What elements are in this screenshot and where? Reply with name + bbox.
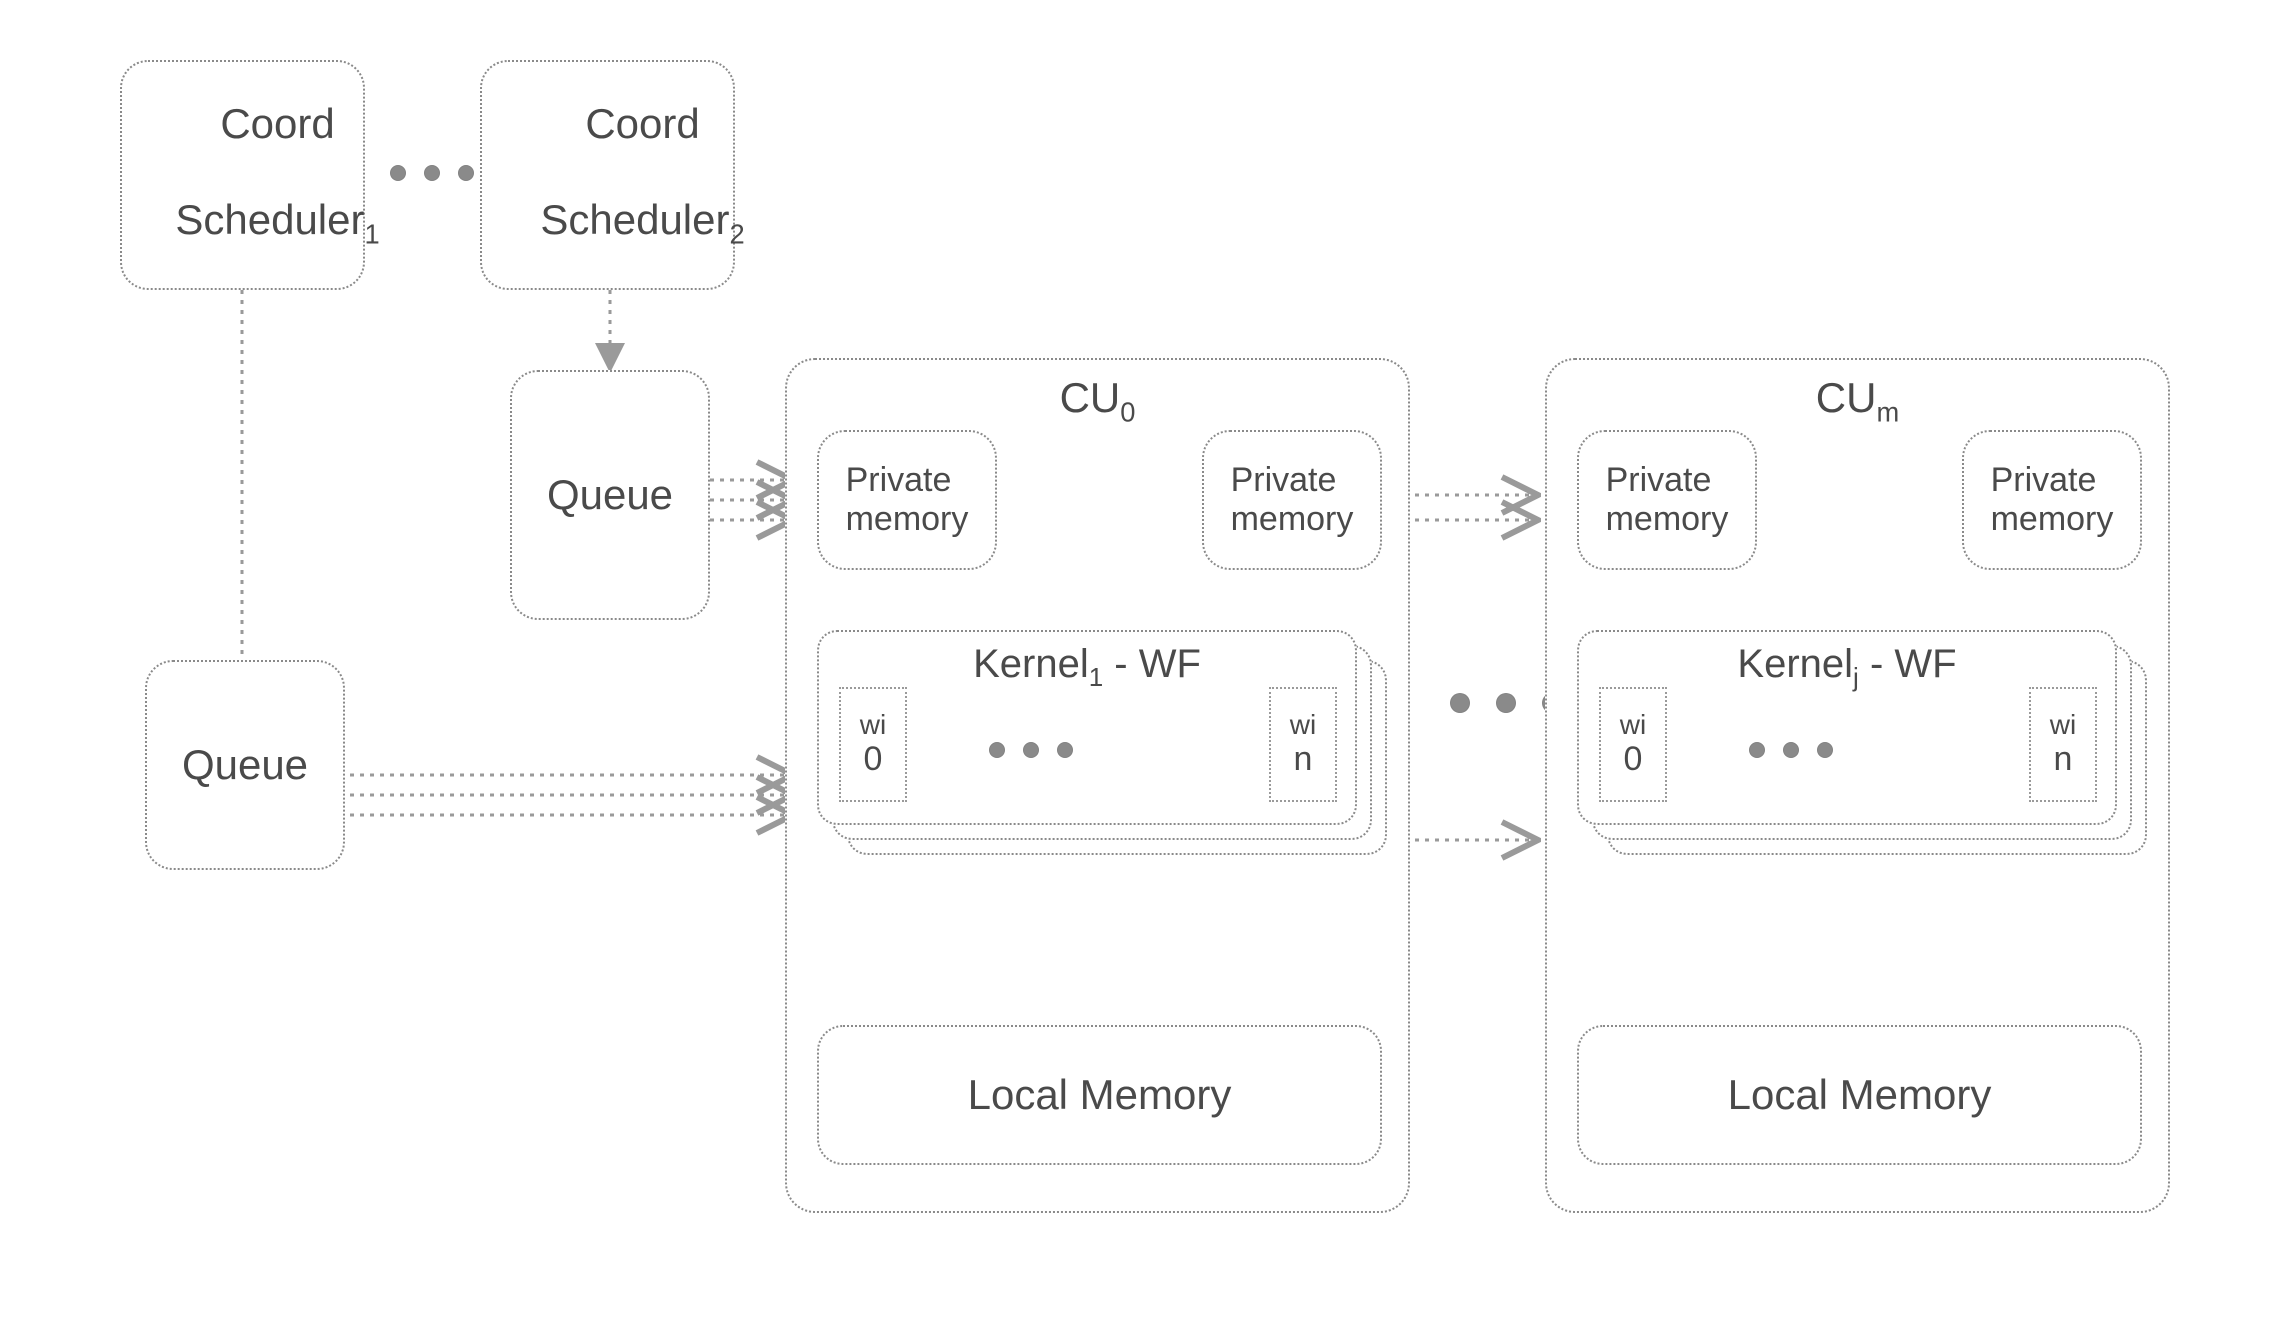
queue-upper: Queue [510, 370, 710, 620]
cum-private-memory-left: Private memory [1577, 430, 1757, 570]
coord-scheduler-1: Coord Scheduler1 [120, 60, 365, 290]
cu0-kernel-title: Kernel1 - WF [819, 642, 1355, 693]
ellipsis-dots-schedulers [390, 165, 474, 181]
queue-upper-label: Queue [547, 471, 673, 519]
cu0-wi-0: wi 0 [839, 687, 907, 802]
queue-lower: Queue [145, 660, 345, 870]
coord-scheduler-1-label: Coord Scheduler1 [105, 52, 379, 299]
coord-scheduler-2-label: Coord Scheduler2 [470, 52, 744, 299]
cu-0: CU0 Private memory Private memory Kernel… [785, 358, 1410, 1213]
cum-wi-0: wi 0 [1599, 687, 1667, 802]
cum-local-memory: Local Memory [1577, 1025, 2142, 1165]
coord-scheduler-2: Coord Scheduler2 [480, 60, 735, 290]
diagram-stage: Coord Scheduler1 Coord Scheduler2 Queue … [0, 0, 2290, 1334]
cu-m: CUm Private memory Private memory Kernel… [1545, 358, 2170, 1213]
queue-lower-label: Queue [182, 741, 308, 789]
cu0-wi-n: wi n [1269, 687, 1337, 802]
cum-private-memory-right: Private memory [1962, 430, 2142, 570]
cu0-kernel-dots [989, 742, 1073, 758]
cu0-kernel-stack: Kernel1 - WF wi 0 wi n [817, 630, 1382, 850]
cum-kernel-stack: Kernelj - WF wi 0 wi n [1577, 630, 2142, 850]
cu0-private-memory-right: Private memory [1202, 430, 1382, 570]
cu0-local-memory: Local Memory [817, 1025, 1382, 1165]
cu-0-title: CU0 [787, 374, 1408, 428]
cum-kernel-dots [1749, 742, 1833, 758]
cu0-private-memory-left: Private memory [817, 430, 997, 570]
cu-m-title: CUm [1547, 374, 2168, 428]
cum-wi-n: wi n [2029, 687, 2097, 802]
cum-kernel-title: Kernelj - WF [1579, 642, 2115, 693]
